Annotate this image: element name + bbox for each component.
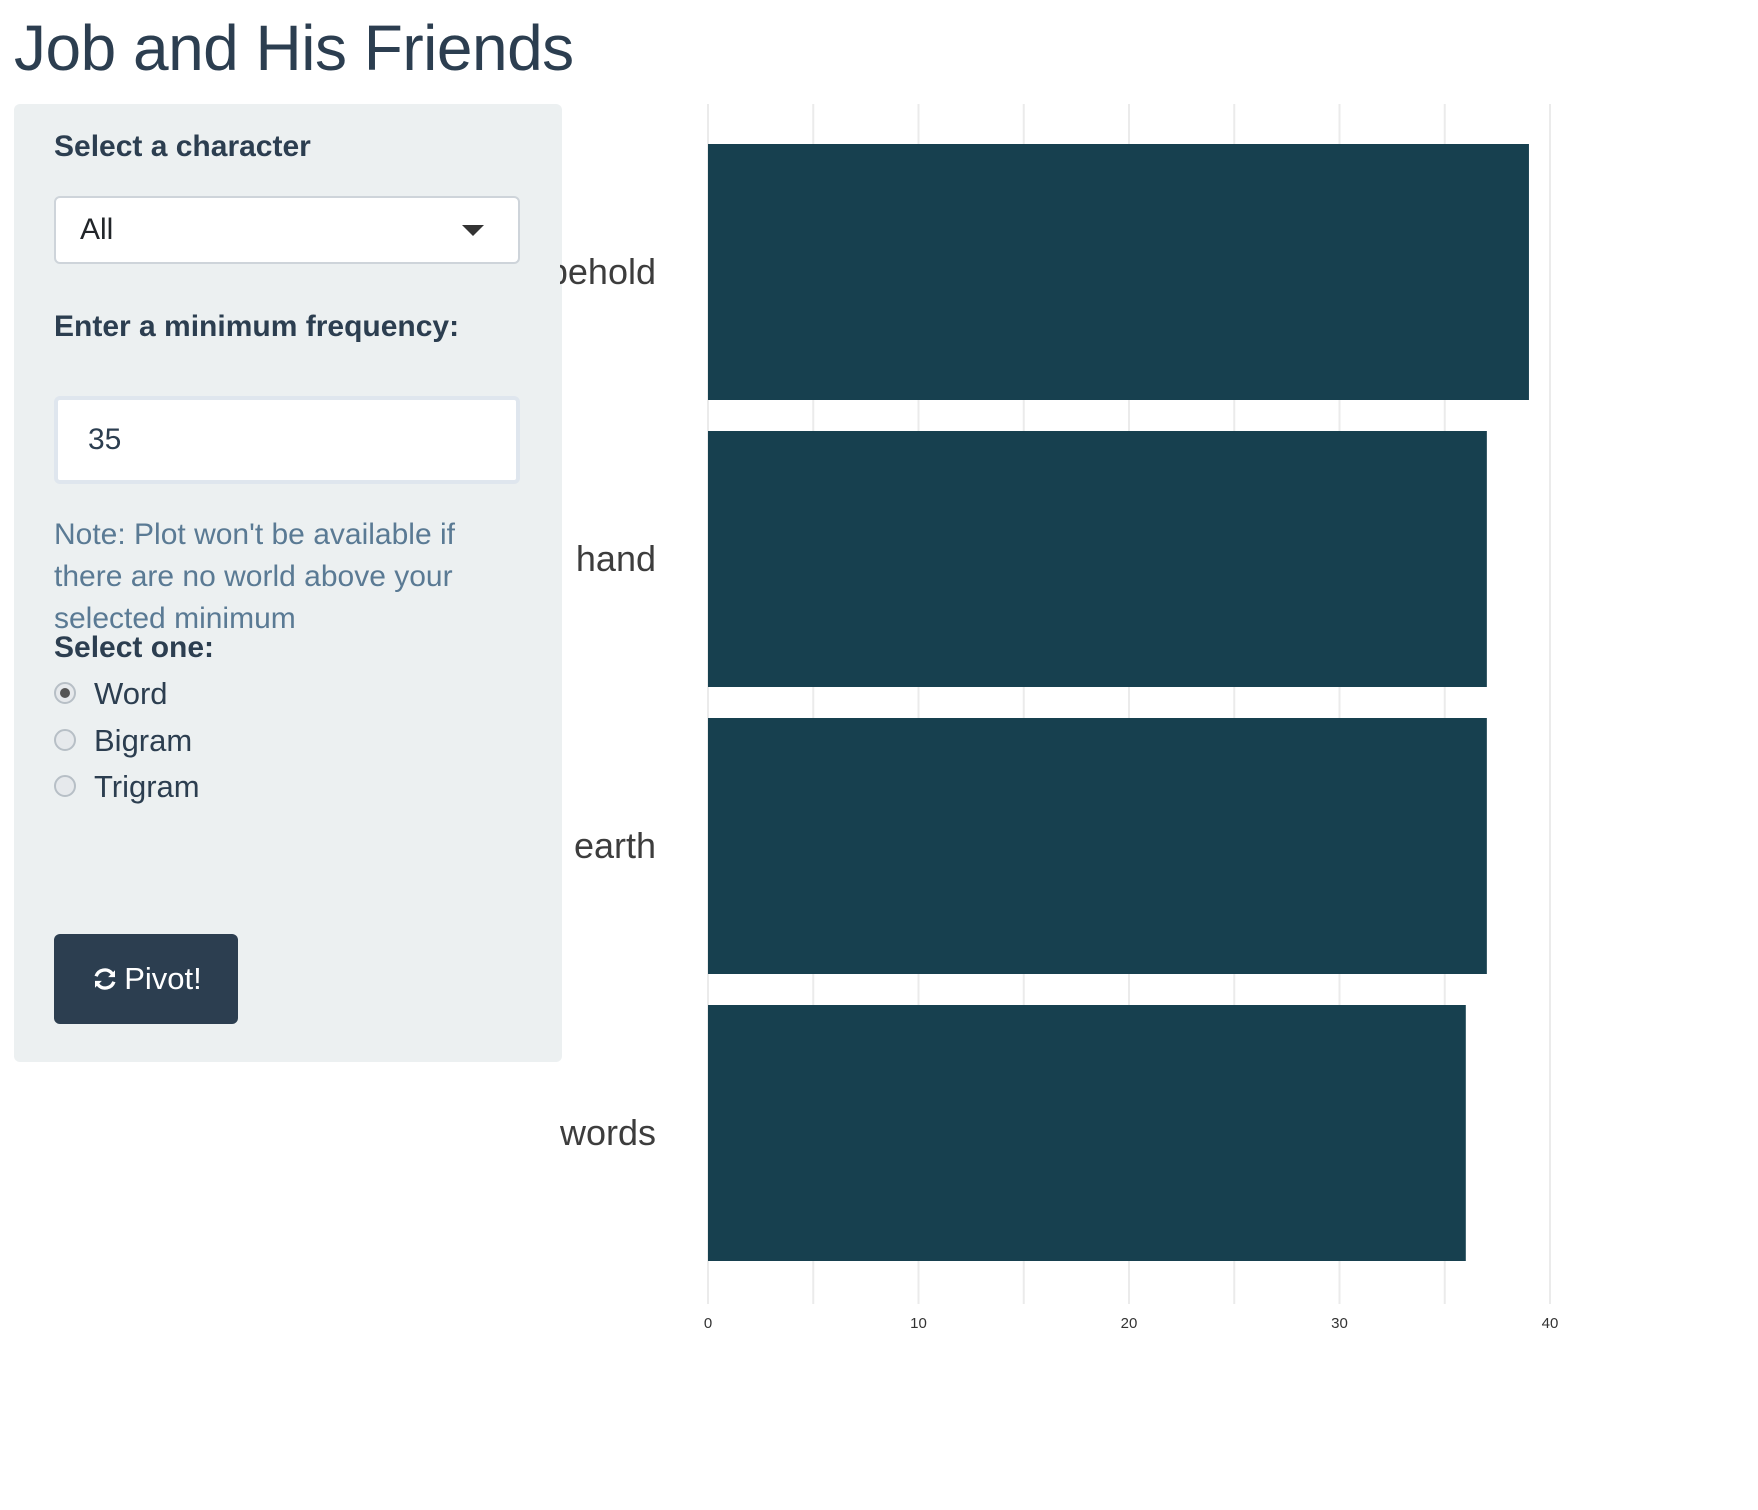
ngram-select-label: Select one:	[54, 631, 215, 664]
radio-bigram-circle[interactable]	[54, 729, 76, 751]
refresh-icon	[94, 968, 116, 990]
x-tick-label: 30	[1331, 1315, 1348, 1332]
radio-word-label: Word	[94, 676, 168, 711]
x-tick-label: 0	[704, 1315, 712, 1332]
bar-earth	[708, 718, 1487, 974]
radio-trigram-circle[interactable]	[54, 775, 76, 797]
min-frequency-input[interactable]	[54, 396, 520, 484]
x-tick-label: 20	[1121, 1315, 1138, 1332]
plot-note: Note: Plot won't be available if there a…	[54, 518, 455, 635]
x-tick-label: 40	[1542, 1315, 1559, 1332]
character-select-label: Select a character	[54, 130, 311, 163]
min-frequency-label: Enter a minimum frequency:	[54, 310, 460, 343]
pivot-button[interactable]: Pivot!	[54, 934, 238, 1024]
character-select[interactable]: All	[54, 196, 520, 264]
category-label-hand: hand	[576, 538, 656, 579]
frequency-bar-chart: behold hand earth words 0 10 20 30 40	[560, 104, 1758, 1510]
radio-bigram-label: Bigram	[94, 723, 193, 758]
bar-behold	[708, 144, 1529, 400]
category-label-earth: earth	[574, 825, 656, 866]
radio-trigram-label: Trigram	[94, 769, 200, 804]
bar-hand	[708, 431, 1487, 687]
category-label-behold: behold	[560, 251, 656, 292]
pivot-button-label: Pivot!	[124, 961, 202, 996]
chevron-down-icon	[462, 225, 484, 236]
radio-word-circle[interactable]	[54, 682, 76, 704]
sidebar-panel: Select a character All Enter a minimum f…	[14, 104, 562, 1062]
x-tick-label: 10	[910, 1315, 927, 1332]
character-select-value: All	[80, 213, 114, 246]
chart-svg: behold hand earth words 0 10 20 30 40	[560, 104, 1559, 1332]
bar-words	[708, 1005, 1466, 1261]
category-label-words: words	[560, 1112, 656, 1153]
page-title: Job and His Friends	[14, 12, 574, 84]
